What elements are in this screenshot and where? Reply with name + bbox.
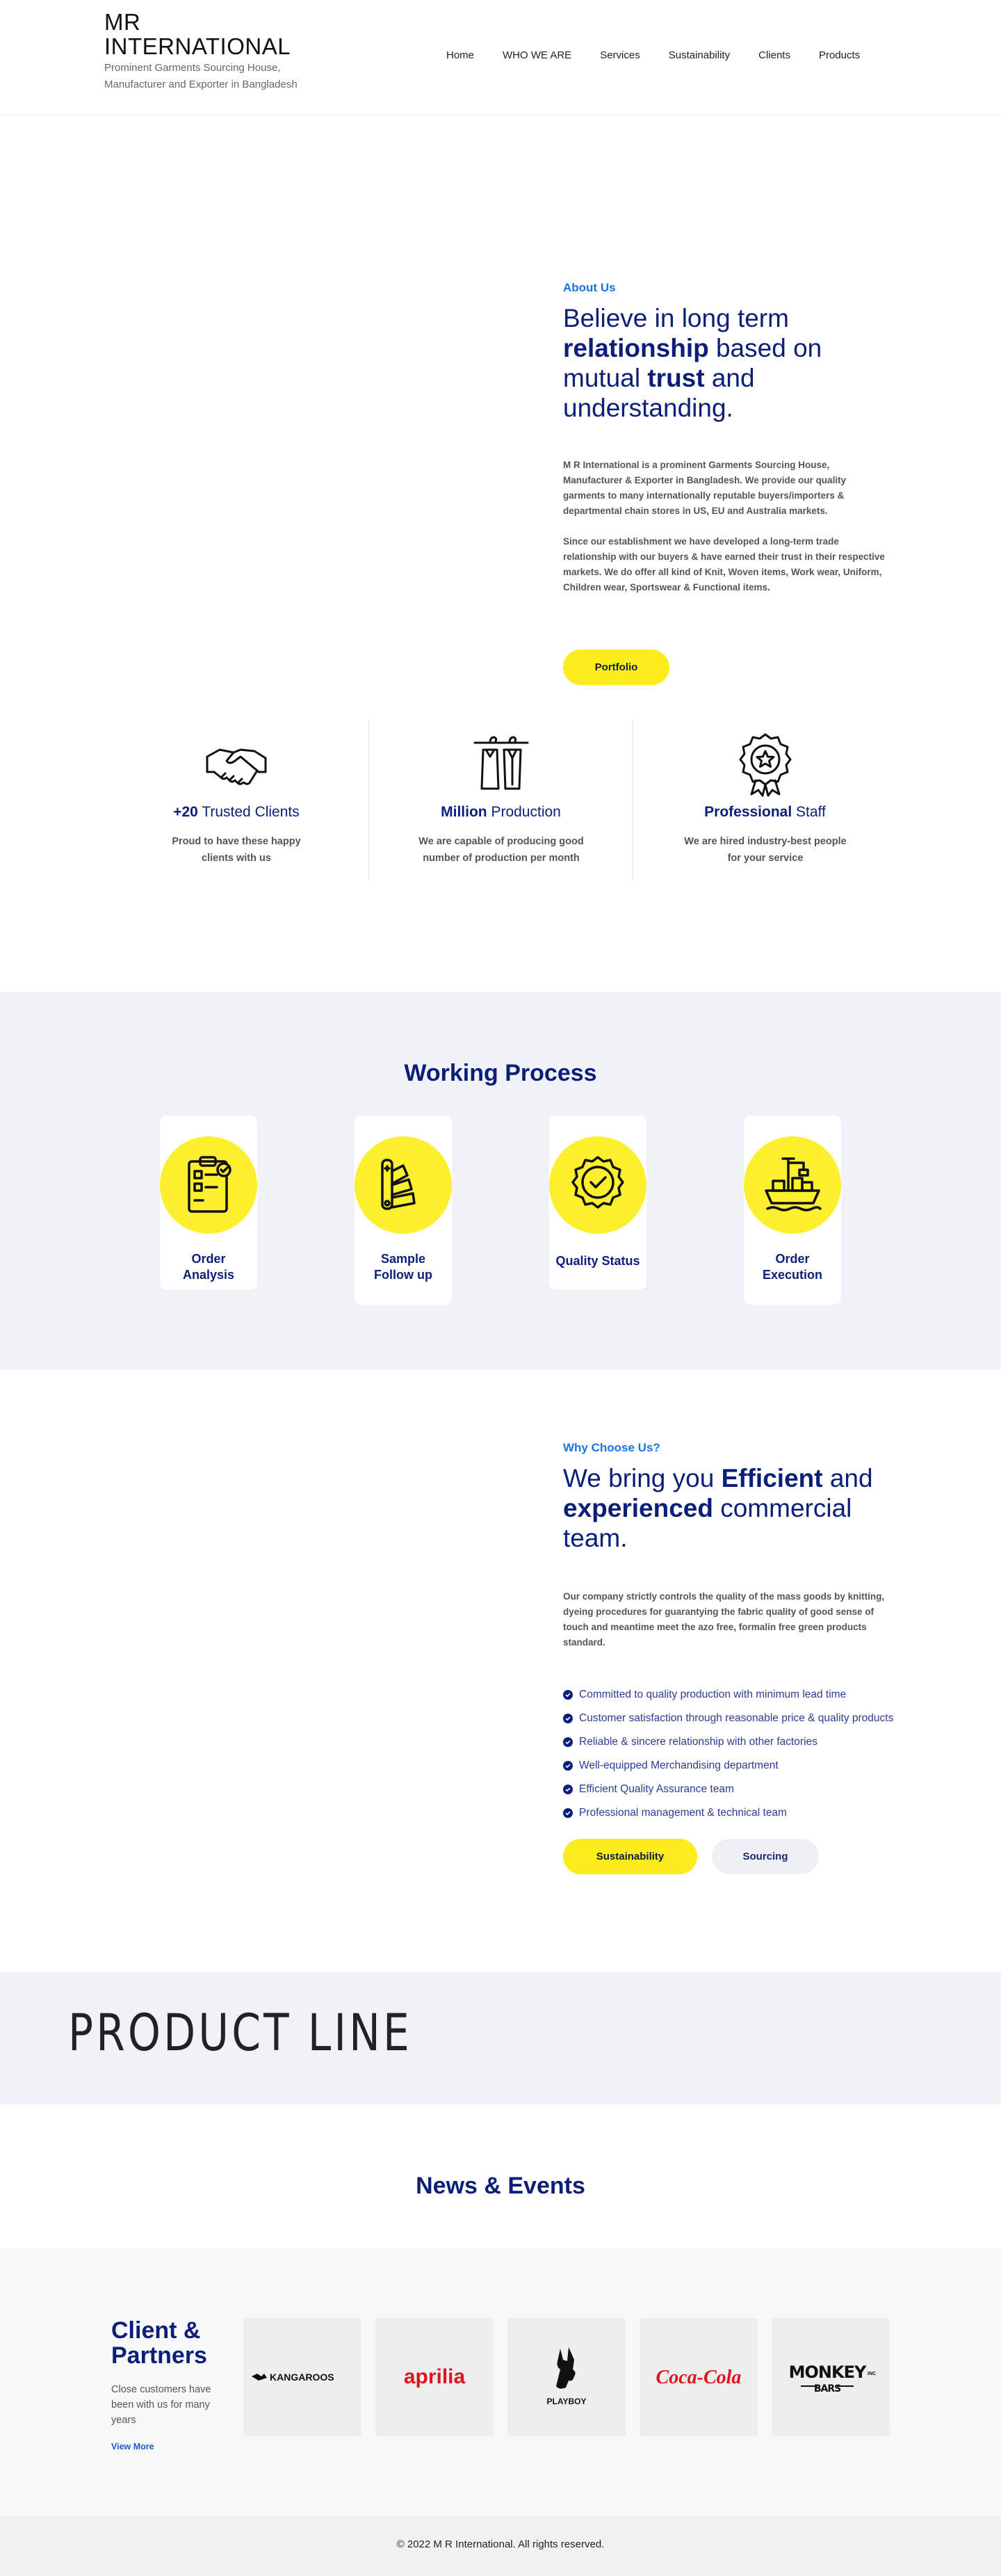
- feature-production: Million Production We are capable of pro…: [368, 719, 633, 880]
- feature-professional-staff: Professional Staff We are hired industry…: [633, 719, 897, 880]
- why-checklist: Committed to quality production with min…: [563, 1687, 897, 1821]
- feature-title: Million Production: [441, 804, 561, 820]
- swatch-fan-icon: [381, 1159, 416, 1210]
- about-paragraph-1: M R International is a prominent Garment…: [563, 460, 847, 516]
- sustainability-button[interactable]: Sustainability: [563, 1839, 697, 1874]
- feature-title: Professional Staff: [704, 804, 826, 820]
- clients-intro: Client & Partners Close customers have b…: [111, 2318, 229, 2452]
- process-icon-circle: [160, 1136, 257, 1234]
- checklist-item: Well-equipped Merchandising department: [563, 1757, 897, 1774]
- copyright-text: © 2022 M R International. All rights res…: [396, 2538, 605, 2550]
- news-events-section: News & Events: [0, 2104, 1001, 2248]
- why-heading: We bring you Efficient and experienced c…: [563, 1464, 873, 1552]
- client-logo-tile[interactable]: MONKEY BARS INC: [772, 2318, 890, 2436]
- sourcing-button[interactable]: Sourcing: [712, 1839, 819, 1874]
- check-circle-icon: [563, 1714, 573, 1723]
- nav-clients[interactable]: Clients: [758, 49, 790, 61]
- why-eyebrow: Why Choose Us?: [563, 1441, 660, 1454]
- feature-trusted-clients: +20 Trusted Clients Proud to have these …: [104, 719, 368, 880]
- feature-description: We are hired industry-best people for yo…: [684, 836, 847, 864]
- client-logo-tile[interactable]: PLAYBOY: [507, 2318, 626, 2436]
- process-card-quality-status[interactable]: Quality Status: [549, 1116, 646, 1289]
- svg-text:MONKEYBARS: MONKEY BARS: [789, 2362, 867, 2394]
- brand[interactable]: MR INTERNATIONAL Prominent Garments Sour…: [104, 10, 299, 93]
- process-label: Order Analysis: [182, 1252, 235, 1282]
- cargo-ship-icon: [765, 1157, 822, 1211]
- garments-rack-icon: [473, 736, 529, 790]
- process-card-order-execution[interactable]: Order Execution: [744, 1116, 841, 1305]
- playboy-logo: PLAYBOY: [547, 2347, 587, 2406]
- main-nav: Home WHO WE ARE Services Sustainability …: [446, 49, 888, 61]
- about-section: About Us Believe in long term relationsh…: [0, 115, 1001, 992]
- process-label: Order Execution: [762, 1252, 823, 1282]
- check-circle-icon: [563, 1690, 573, 1700]
- svg-text:INC: INC: [868, 2372, 876, 2376]
- feature-title: +20 Trusted Clients: [173, 804, 300, 820]
- process-title: Working Process: [404, 1060, 597, 1086]
- kangaroos-logo: KANGAROOS: [252, 2372, 334, 2383]
- process-card-sample-follow-up[interactable]: Sample Follow up: [355, 1116, 452, 1305]
- nav-products[interactable]: Products: [819, 49, 860, 61]
- clients-title: Client & Partners: [111, 2317, 207, 2369]
- process-icon-circle: [355, 1136, 452, 1234]
- portfolio-button[interactable]: Portfolio: [563, 650, 669, 685]
- check-circle-icon: [563, 1761, 573, 1771]
- why-paragraph: Our company strictly controls the qualit…: [563, 1591, 885, 1648]
- process-label: Quality Status: [555, 1254, 640, 1268]
- working-process-section: Working Process Order Analysis Sample Fo…: [0, 992, 1001, 1370]
- award-badge-icon: [739, 733, 792, 797]
- svg-text:Coca-Cola: Coca-Cola: [656, 2367, 742, 2388]
- checklist-item: Reliable & sincere relationship with oth…: [563, 1734, 897, 1750]
- site-footer: © 2022 M R International. All rights res…: [0, 2516, 1001, 2576]
- checklist-item: Efficient Quality Assurance team: [563, 1781, 897, 1798]
- process-icon-circle: [744, 1136, 841, 1234]
- clipboard-icon: [188, 1156, 231, 1213]
- about-content: About Us Believe in long term relationsh…: [563, 281, 890, 595]
- process-icon-circle: [549, 1136, 646, 1234]
- nav-sustainability[interactable]: Sustainability: [669, 49, 730, 61]
- svg-text:PLAYBOY: PLAYBOY: [547, 2397, 587, 2406]
- brand-name[interactable]: MR INTERNATIONAL: [104, 10, 299, 58]
- clients-section: Client & Partners Close customers have b…: [0, 2248, 1001, 2516]
- product-line-section: PRODUCT LINE: [0, 1972, 1001, 2104]
- checklist-item: Customer satisfaction through reasonable…: [563, 1710, 897, 1727]
- client-logo-tile[interactable]: Coca-Cola: [640, 2318, 758, 2436]
- client-logo-tile[interactable]: KANGAROOS: [243, 2318, 361, 2436]
- process-card-order-analysis[interactable]: Order Analysis: [160, 1116, 257, 1289]
- check-circle-icon: [563, 1737, 573, 1747]
- brand-tagline: Prominent Garments Sourcing House, Manuf…: [104, 62, 298, 90]
- monkey-bars-logo: MONKEY BARS INC: [789, 2362, 876, 2394]
- handshake-icon: [206, 748, 267, 785]
- checklist-item: Professional management & technical team: [563, 1805, 897, 1821]
- clients-description: Close customers have been with us for ma…: [111, 2384, 211, 2426]
- view-more-link[interactable]: View More: [111, 2442, 229, 2452]
- process-label: Sample Follow up: [374, 1252, 432, 1282]
- check-circle-icon: [563, 1785, 573, 1794]
- product-line-title: PRODUCT LINE: [68, 2004, 412, 2063]
- feature-description: We are capable of producing good number …: [418, 836, 584, 864]
- about-paragraph-2: Since our establishment we have develope…: [563, 536, 885, 593]
- quality-check-icon: [571, 1156, 624, 1209]
- about-heading: Believe in long term relationship based …: [563, 304, 822, 422]
- why-content: Why Choose Us? We bring you Efficient an…: [563, 1441, 897, 1828]
- svg-text:KANGAROOS: KANGAROOS: [270, 2372, 334, 2383]
- site-header: MR INTERNATIONAL Prominent Garments Sour…: [0, 0, 1001, 115]
- features-row: +20 Trusted Clients Proud to have these …: [104, 719, 897, 880]
- svg-text:aprilia: aprilia: [404, 2365, 466, 2388]
- client-logo-tile[interactable]: aprilia: [375, 2318, 494, 2436]
- check-circle-icon: [563, 1808, 573, 1818]
- coca-cola-logo: Coca-Cola: [656, 2367, 742, 2388]
- nav-services[interactable]: Services: [600, 49, 640, 61]
- feature-description: Proud to have these happy clients with u…: [172, 836, 301, 864]
- why-choose-us-section: Why Choose Us? We bring you Efficient an…: [0, 1370, 1001, 1972]
- news-title: News & Events: [416, 2173, 585, 2199]
- aprilia-logo: aprilia: [404, 2365, 466, 2388]
- checklist-item: Committed to quality production with min…: [563, 1687, 897, 1703]
- about-eyebrow: About Us: [563, 281, 616, 294]
- why-buttons: Sustainability Sourcing: [563, 1839, 833, 1874]
- nav-who-we-are[interactable]: WHO WE ARE: [503, 49, 571, 61]
- nav-home[interactable]: Home: [446, 49, 474, 61]
